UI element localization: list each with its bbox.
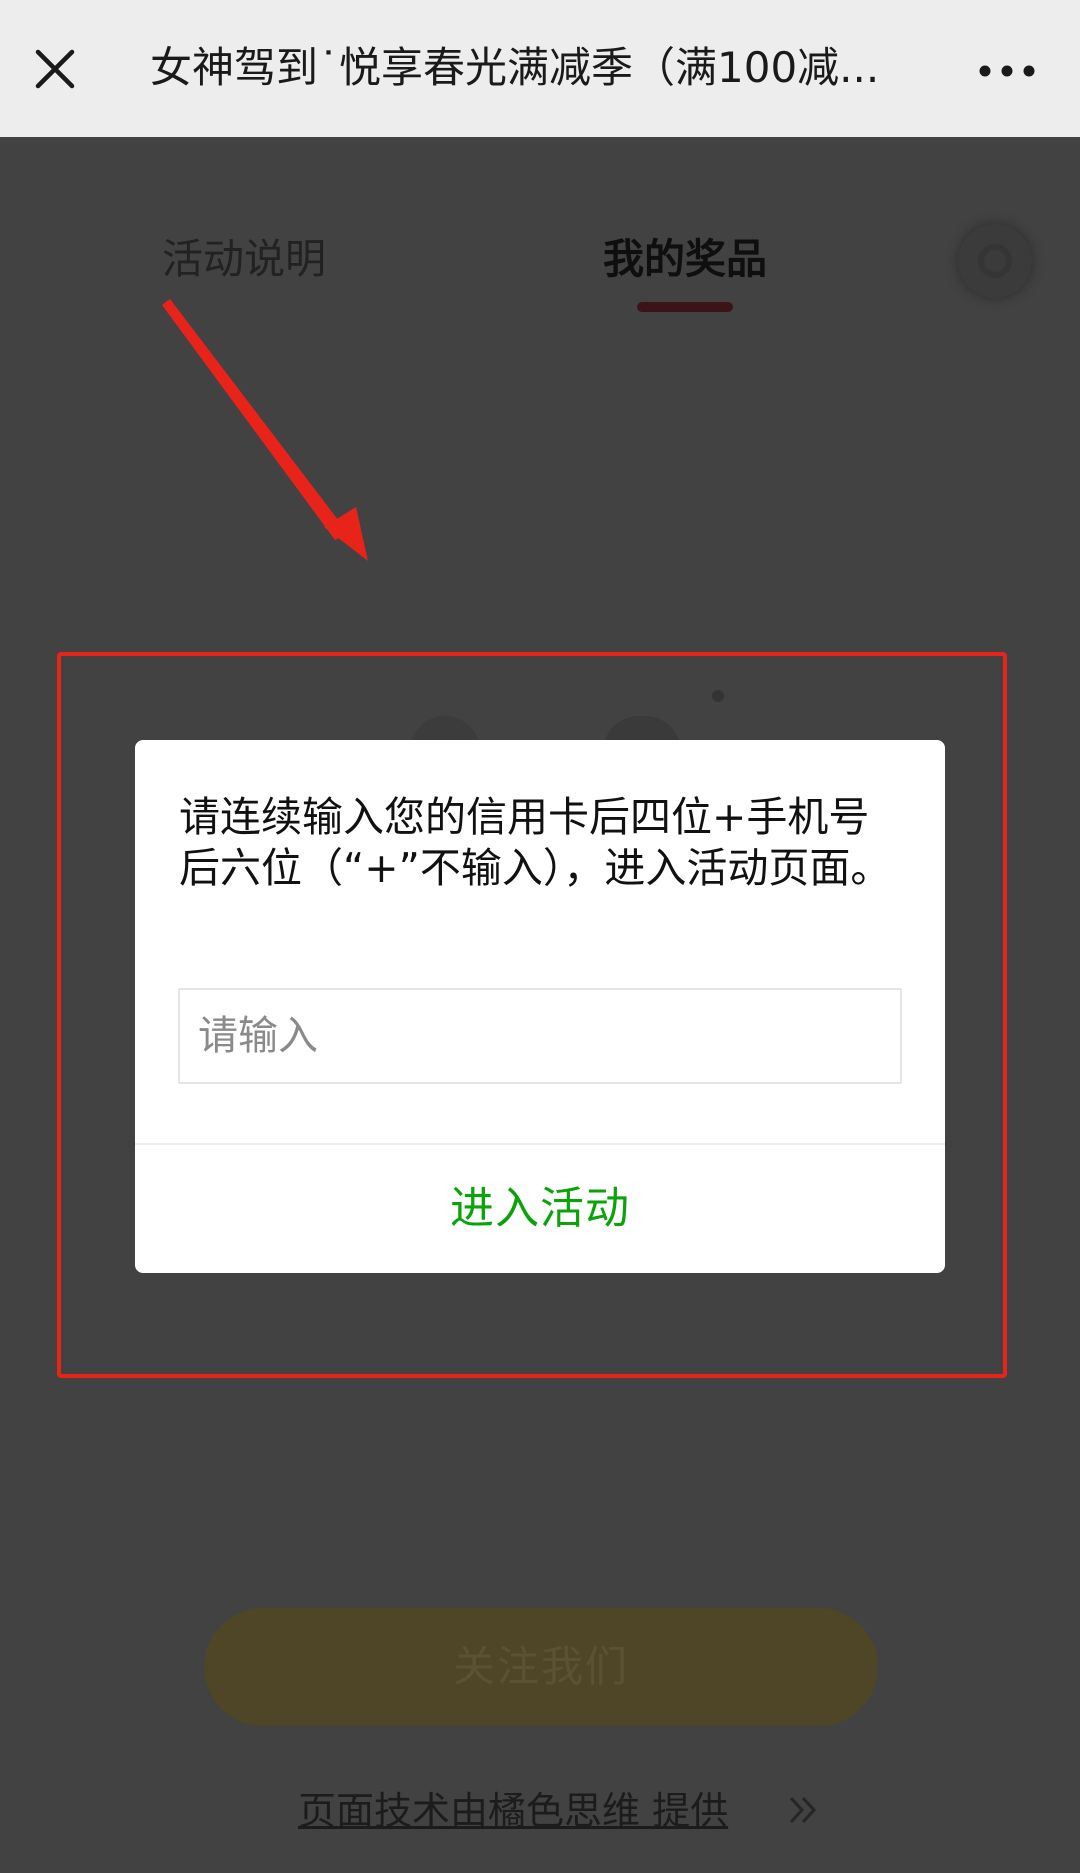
follow-us-button[interactable]: 关注我们 <box>204 1608 878 1726</box>
more-dots-icon <box>979 65 1035 77</box>
settings-button[interactable] <box>958 224 1032 298</box>
active-tab-indicator <box>637 302 733 312</box>
close-button[interactable] <box>22 36 88 102</box>
gear-icon <box>978 244 1012 278</box>
double-chevron-right-icon <box>789 1796 817 1824</box>
more-options-button[interactable] <box>972 40 1042 100</box>
footer-arrow-button[interactable] <box>786 1790 822 1830</box>
footer-credit-link[interactable]: 页面技术由橘色思维 提供 <box>298 1786 728 1836</box>
verification-dialog: 请连续输入您的信用卡后四位+手机号后六位（“+”不输入），进入活动页面。 进入活… <box>135 740 945 1273</box>
annotation-arrow <box>162 299 368 561</box>
enter-activity-button[interactable]: 进入活动 <box>135 1145 945 1273</box>
top-navigation-bar: 女神驾到˙悦享春光满减季（满100减... <box>0 0 1080 137</box>
tab-my-prizes[interactable]: 我的奖品 <box>603 225 767 293</box>
close-icon <box>35 49 75 89</box>
tab-activity-description[interactable]: 活动说明 <box>162 225 326 293</box>
page-title: 女神驾到˙悦享春光满减季（满100减... <box>150 43 880 92</box>
dialog-message: 请连续输入您的信用卡后四位+手机号后六位（“+”不输入），进入活动页面。 <box>179 793 892 892</box>
verification-code-input[interactable] <box>178 988 902 1084</box>
